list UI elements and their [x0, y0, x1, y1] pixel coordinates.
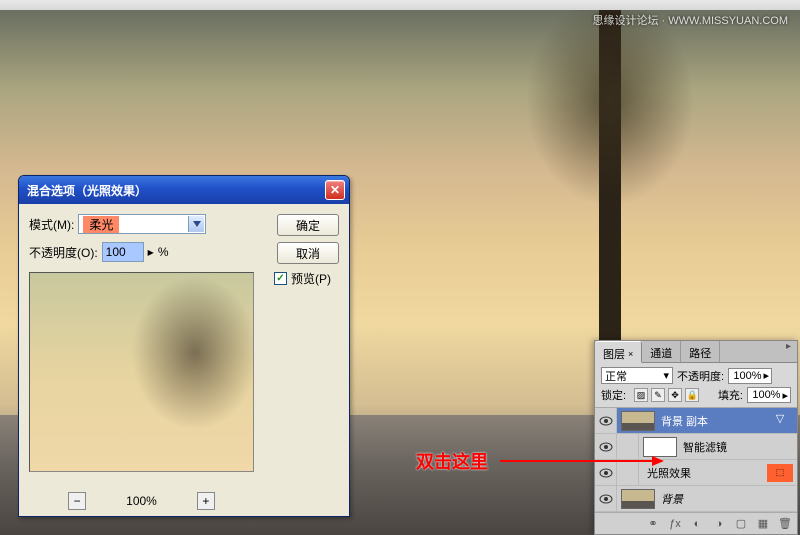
mode-value: 柔光 [83, 216, 119, 233]
panel-footer: ⚭ ƒx ◐ ◑ ▢ ▦ 🗑 [595, 512, 797, 534]
visibility-toggle[interactable] [595, 434, 617, 459]
panel-opacity-input[interactable]: 100%▸ [728, 368, 772, 384]
lock-transparency-icon[interactable]: ▨ [634, 388, 648, 402]
layer-thumbnail [621, 489, 655, 509]
tab-close-icon[interactable]: × [628, 349, 633, 359]
visibility-toggle[interactable] [595, 486, 617, 511]
ruler-top [0, 0, 800, 10]
layer-name: 光照效果 [639, 465, 767, 481]
preview-checkbox[interactable]: ✓ [274, 272, 287, 285]
panel-tabs: 图层× 通道 路径 ▸ [595, 341, 797, 363]
indent-spacer [617, 434, 639, 459]
opacity-arrow-icon[interactable]: ▶ [148, 248, 154, 257]
lock-label: 锁定: [601, 387, 626, 403]
preview-label: 预览(P) [291, 270, 331, 287]
layer-row-bg-copy[interactable]: 背景 副本 ▽ [595, 408, 797, 434]
chevron-down-icon: ▾ [663, 369, 669, 382]
dialog-title: 混合选项（光照效果） [27, 182, 325, 199]
tab-channels[interactable]: 通道 [642, 341, 681, 362]
layer-name: 背景 [659, 491, 797, 507]
lock-all-icon[interactable]: 🔒 [685, 388, 699, 402]
zoom-value: 100% [126, 494, 157, 508]
fill-input[interactable]: 100%▸ [747, 387, 791, 403]
preview-tree [93, 273, 254, 472]
layer-mask-icon[interactable]: ◐ [689, 517, 705, 531]
zoom-out-button[interactable]: − [68, 492, 86, 510]
layer-style-icon[interactable]: ƒx [667, 517, 683, 531]
zoom-in-button[interactable]: + [197, 492, 215, 510]
fill-label: 填充: [718, 387, 743, 403]
lock-paint-icon[interactable]: ✎ [651, 388, 665, 402]
dropdown-arrow-icon [188, 216, 204, 232]
preview-box[interactable] [29, 272, 254, 472]
mode-label: 模式(M): [29, 216, 74, 233]
layer-thumbnail [621, 411, 655, 431]
adjustment-layer-icon[interactable]: ◑ [711, 517, 727, 531]
layer-row-smart-filters[interactable]: 智能滤镜 [595, 434, 797, 460]
panel-opacity-label: 不透明度: [677, 368, 724, 384]
annotation-arrow-icon [500, 460, 662, 462]
tree-graphic [480, 10, 740, 390]
filter-blend-icon[interactable]: ⬚ [767, 464, 793, 482]
close-button[interactable]: ✕ [325, 180, 345, 200]
opacity-label: 不透明度(O): [29, 244, 98, 261]
layer-name: 智能滤镜 [681, 439, 797, 455]
link-layers-icon[interactable]: ⚭ [645, 517, 661, 531]
layers-panel: 图层× 通道 路径 ▸ 正常▾ 不透明度: 100%▸ 锁定: ▨ ✎ ✥ 🔒 … [594, 340, 798, 535]
dialog-titlebar[interactable]: 混合选项（光照效果） ✕ [19, 176, 349, 204]
blend-options-dialog: 混合选项（光照效果） ✕ 模式(M): 柔光 不透明度(O): 100 ▶ % … [18, 175, 350, 517]
tab-layers[interactable]: 图层× [595, 341, 642, 363]
mode-select[interactable]: 柔光 [78, 214, 206, 234]
cancel-button[interactable]: 取消 [277, 242, 339, 264]
panel-menu-icon[interactable]: ▸ [780, 341, 797, 362]
lock-icons-group: ▨ ✎ ✥ 🔒 [634, 388, 699, 402]
blend-mode-select[interactable]: 正常▾ [601, 367, 673, 384]
close-icon: ✕ [330, 183, 340, 197]
layer-collapse-icon[interactable]: ▽ [767, 412, 793, 430]
ok-button[interactable]: 确定 [277, 214, 339, 236]
layer-row-background[interactable]: 背景 [595, 486, 797, 512]
visibility-toggle[interactable] [595, 408, 617, 433]
visibility-toggle[interactable] [595, 460, 617, 485]
group-icon[interactable]: ▢ [733, 517, 749, 531]
layer-row-lighting-effect[interactable]: 光照效果 ⬚ [595, 460, 797, 486]
watermark-text: 思缘设计论坛 · WWW.MISSYUAN.COM [592, 12, 788, 28]
filter-mask-thumbnail [643, 437, 677, 457]
opacity-input[interactable]: 100 [102, 242, 144, 262]
indent-spacer [617, 460, 639, 485]
layer-name: 背景 副本 [659, 413, 767, 429]
tab-paths[interactable]: 路径 [681, 341, 720, 362]
lock-position-icon[interactable]: ✥ [668, 388, 682, 402]
annotation-text: 双击这里 [416, 448, 488, 474]
opacity-unit: % [158, 245, 169, 259]
delete-layer-icon[interactable]: 🗑 [777, 517, 793, 531]
new-layer-icon[interactable]: ▦ [755, 517, 771, 531]
